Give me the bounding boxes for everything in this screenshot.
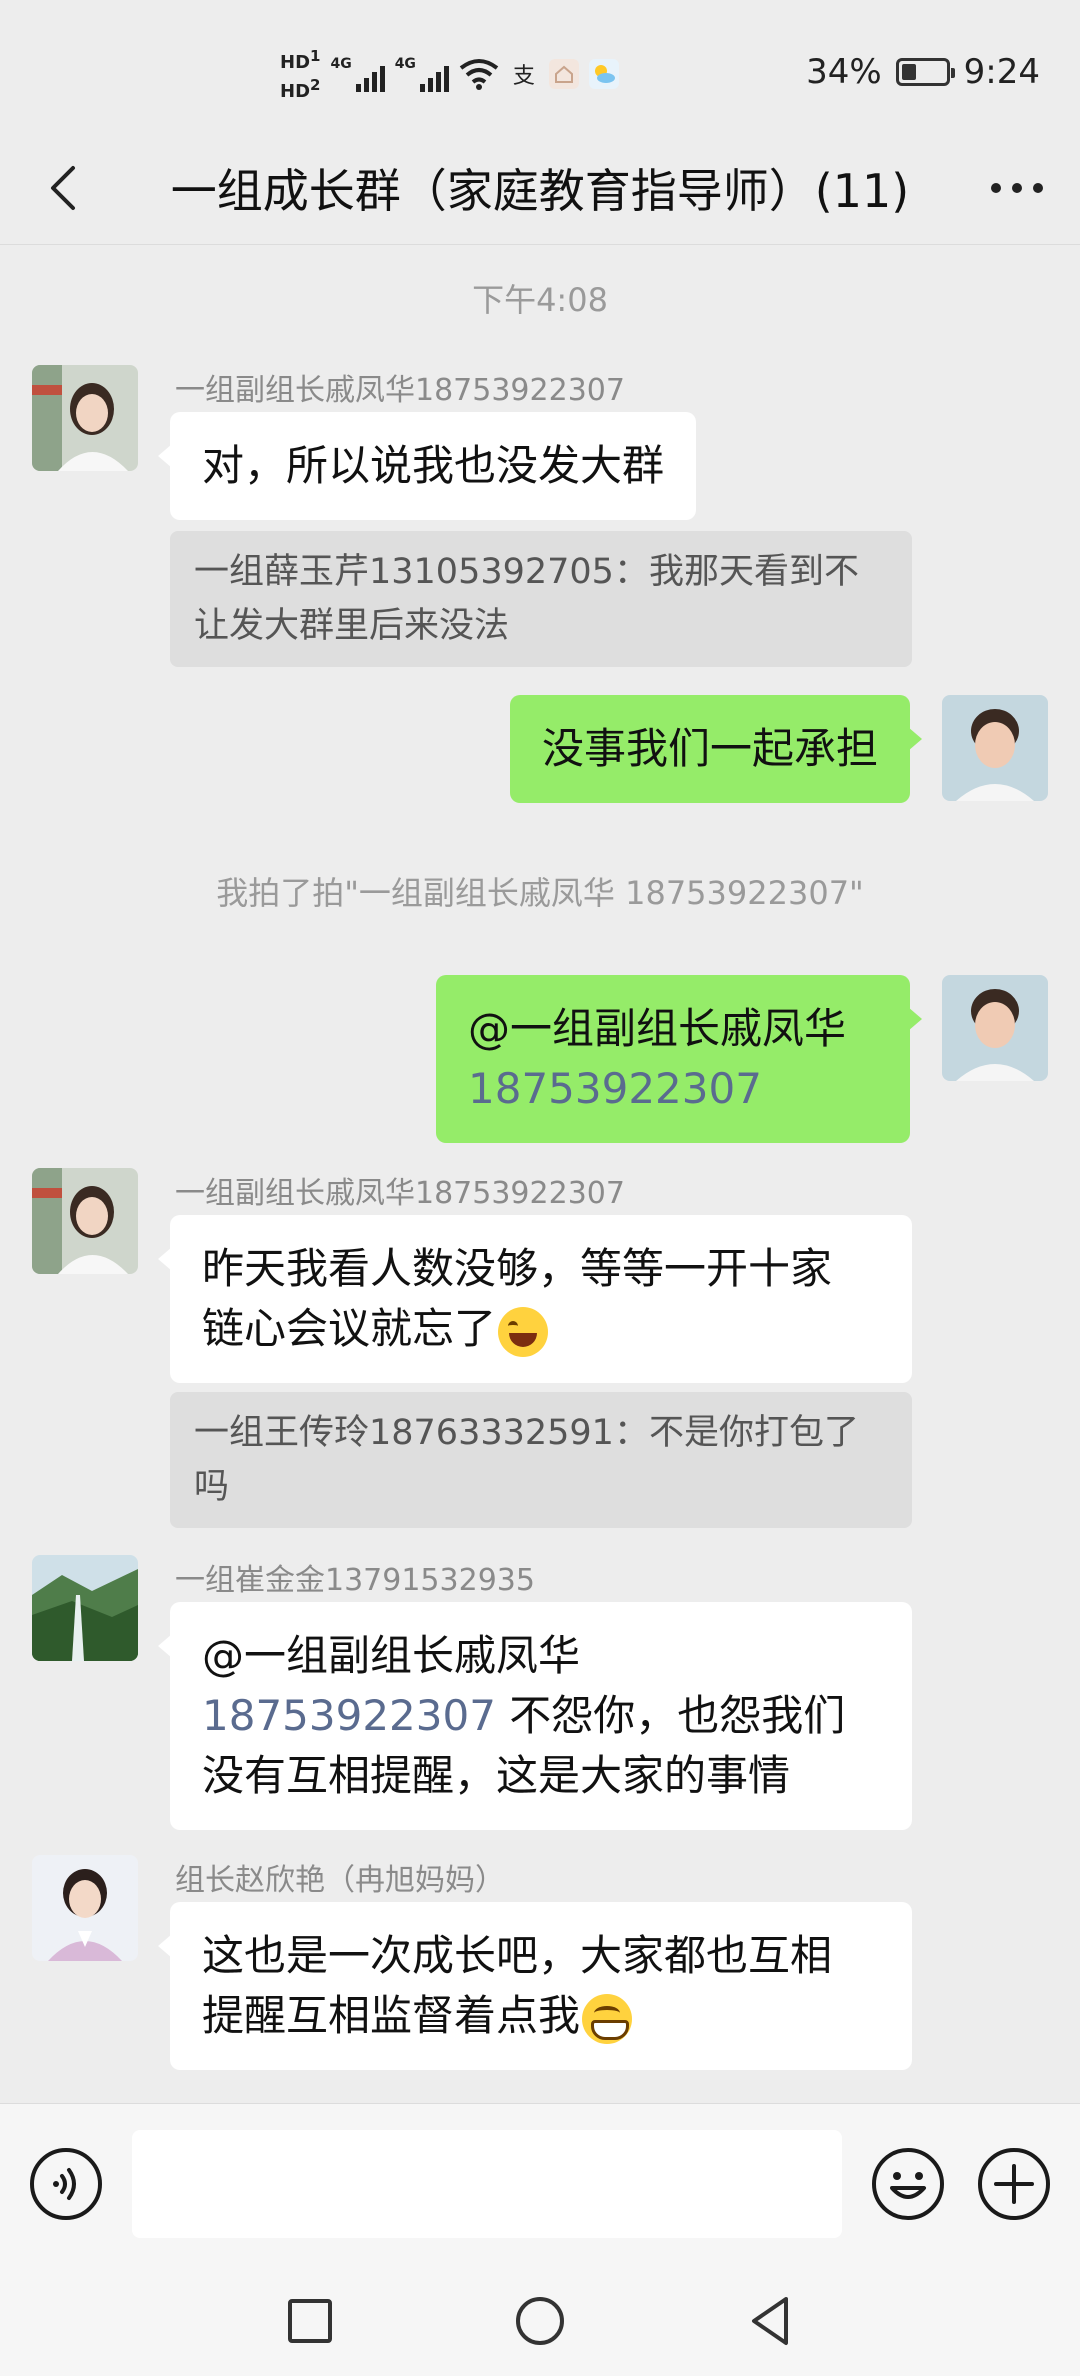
more-button[interactable]	[984, 162, 1050, 214]
battery-fill	[901, 64, 916, 80]
sender-name: 组长赵欣艳（冉旭妈妈）	[175, 1863, 505, 1898]
network-type-2: 4G	[394, 56, 416, 72]
message-line: 不怨你，也怨我们	[495, 1691, 846, 1740]
avatar-self[interactable]	[942, 695, 1048, 801]
message-input[interactable]	[132, 2130, 842, 2238]
input-bar	[0, 2103, 1080, 2263]
back-button[interactable]	[36, 160, 88, 216]
hd1-label: HD	[280, 52, 311, 73]
quoted-message[interactable]: 一组王传玲18763332591：不是你打包了吗	[170, 1392, 912, 1528]
weather-icon	[588, 59, 619, 89]
chat-area[interactable]: 下午4:08 一组副组长戚凤华18753922307 对，所以说我也没发大群 一…	[0, 245, 1080, 2103]
avatar-qi-fenghua[interactable]	[32, 1168, 138, 1274]
home-button[interactable]	[510, 2291, 570, 2351]
message-line: 昨天我看人数没够，等等一开十家	[202, 1244, 833, 1293]
tears-of-joy-emoji-icon	[498, 1306, 549, 1357]
message-bubble-self[interactable]: 没事我们一起承担	[509, 695, 923, 803]
wifi-icon	[459, 59, 499, 90]
clock: 9:24	[963, 52, 1040, 92]
hd2-sub: 2	[310, 76, 321, 94]
network-type-1: 4G	[330, 56, 352, 72]
sender-name: 一组副组长戚凤华18753922307	[175, 1176, 625, 1211]
recent-apps-button[interactable]	[280, 2291, 340, 2351]
mention-name[interactable]: @一组副组长戚凤华	[468, 999, 878, 1059]
message-bubble[interactable]: @一组副组长戚凤华 18753922307 不怨你，也怨我们 没有互相提醒，这是…	[158, 1602, 912, 1830]
mention-number[interactable]: 18753922307	[202, 1691, 496, 1740]
more-functions-button[interactable]	[976, 2146, 1052, 2222]
hd1-sub: 1	[310, 47, 321, 65]
message-bubble[interactable]: 昨天我看人数没够，等等一开十家 链心会议就忘了	[158, 1215, 912, 1383]
circle-icon	[516, 2297, 564, 2345]
status-bar: HD1 HD2 4G 4G 支 34% 9:24	[0, 0, 1080, 130]
message-bubble[interactable]: 这也是一次成长吧，大家都也互相 提醒互相监督着点我	[158, 1902, 912, 2070]
chat-title: 一组成长群（家庭教育指导师）(11)	[170, 163, 910, 218]
triangle-back-icon	[752, 2297, 788, 2345]
message-line: 没有互相提醒，这是大家的事情	[202, 1751, 791, 1800]
mention-number[interactable]: 18753922307	[468, 1059, 878, 1119]
status-icons: HD1 HD2 4G 4G 支	[280, 46, 619, 102]
avatar-qi-fenghua[interactable]	[32, 365, 138, 471]
battery-icon	[895, 58, 955, 86]
back-nav-button[interactable]	[740, 2291, 800, 2351]
grinning-emoji-icon	[582, 1993, 633, 2044]
mention-name[interactable]: @一组副组长戚凤华	[202, 1626, 880, 1686]
plus-icon	[978, 2148, 1050, 2220]
avatar-self[interactable]	[942, 975, 1048, 1081]
sender-name: 一组崔金金13791532935	[175, 1563, 535, 1598]
sender-name: 一组副组长戚凤华18753922307	[175, 373, 625, 408]
message-line: 这也是一次成长吧，大家都也互相	[202, 1931, 833, 1980]
chevron-left-icon	[51, 166, 75, 210]
signal-1-icon: 4G	[330, 56, 385, 92]
battery-percent: 34%	[806, 52, 882, 92]
square-icon	[288, 2299, 332, 2343]
voice-button[interactable]	[28, 2146, 104, 2222]
voice-icon	[30, 2148, 102, 2220]
hd2-label: HD	[280, 81, 311, 102]
message-line: 链心会议就忘了	[202, 1304, 497, 1353]
chat-header: 一组成长群（家庭教育指导师）(11)	[0, 130, 1080, 245]
avatar-zhao-xinyan[interactable]	[32, 1855, 138, 1961]
message-bubble[interactable]: 对，所以说我也没发大群	[157, 412, 697, 520]
home-app-icon	[548, 59, 579, 89]
hd-indicator: HD1 HD2	[280, 45, 320, 103]
message-line: 提醒互相监督着点我	[202, 1991, 581, 2040]
more-dots-icon	[991, 183, 1043, 193]
emoji-button[interactable]	[870, 2146, 946, 2222]
avatar-cui-jinjin[interactable]	[32, 1555, 138, 1661]
message-bubble-self[interactable]: @一组副组长戚凤华 18753922307	[436, 975, 922, 1143]
quoted-message[interactable]: 一组薛玉芹13105392705：我那天看到不让发大群里后来没法	[170, 531, 912, 667]
system-navigation-bar	[0, 2263, 1080, 2376]
status-right: 34% 9:24	[806, 52, 1040, 92]
signal-2-icon: 4G	[395, 56, 449, 92]
smile-icon	[872, 2148, 944, 2220]
time-separator: 下午4:08	[472, 281, 608, 319]
alipay-icon: 支	[512, 64, 535, 89]
pat-notice: 我拍了拍"一组副组长戚凤华 18753922307"	[216, 874, 864, 912]
